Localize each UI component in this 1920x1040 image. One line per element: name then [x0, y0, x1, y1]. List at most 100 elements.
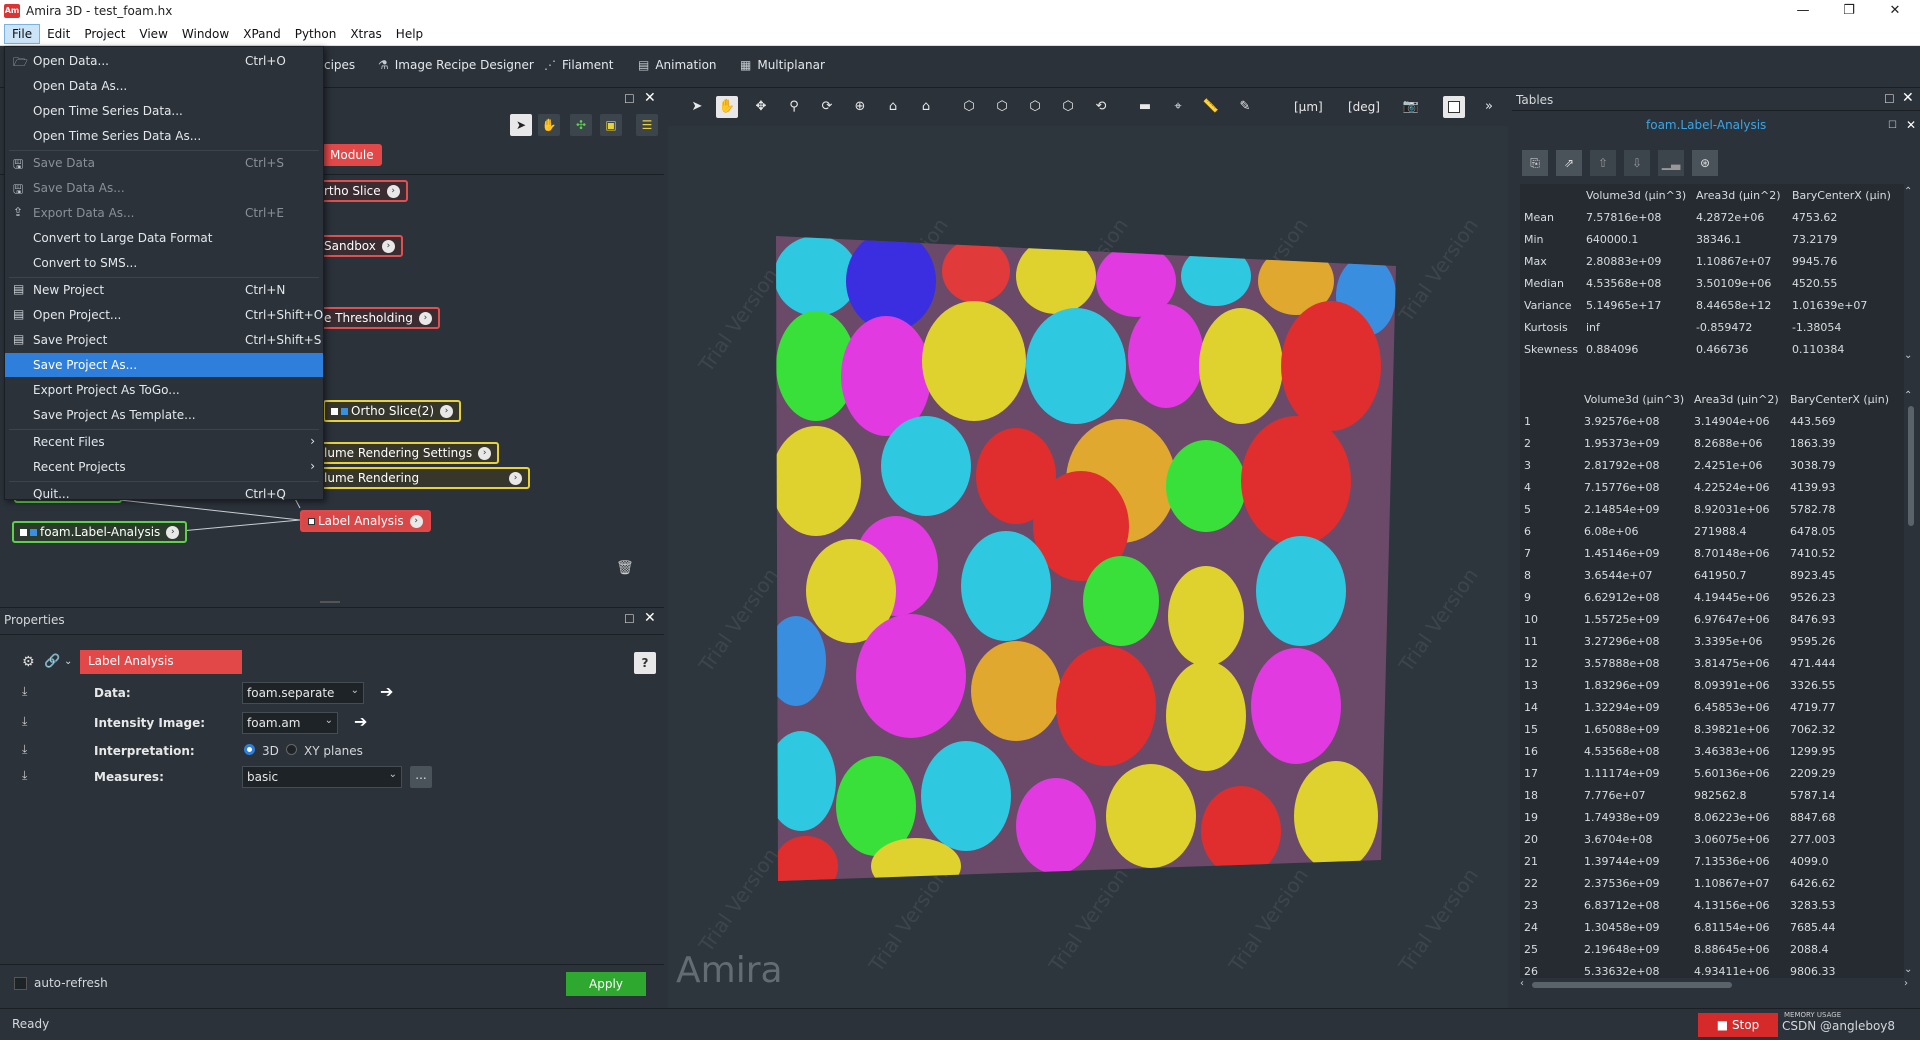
file-menu-item[interactable]: ▤ Open Project... Ctrl+Shift+O — [5, 303, 323, 327]
table-cell[interactable]: 2.80883e+09 — [1582, 250, 1692, 272]
arrow-up-icon[interactable]: ⇧ — [1590, 150, 1616, 176]
table-cell[interactable]: 8476.93 — [1786, 608, 1896, 630]
more-icon[interactable]: » — [1478, 96, 1500, 118]
table-cell[interactable]: -0.859472 — [1692, 316, 1788, 338]
table-cell[interactable]: 2.14854e+09 — [1580, 498, 1690, 520]
table-cell[interactable]: 6.97647e+06 — [1690, 608, 1786, 630]
picker-icon[interactable]: ✎ — [1234, 96, 1256, 118]
auto-refresh-checkbox[interactable] — [14, 977, 27, 990]
menu-xpand[interactable]: XPand — [236, 25, 288, 43]
table-cell[interactable]: 2.4251e+06 — [1690, 454, 1786, 476]
measures-select[interactable]: basic ⌄ — [242, 766, 402, 788]
table-cell[interactable]: 7.15776e+08 — [1580, 476, 1690, 498]
module-thresholding[interactable]: e Thresholding › — [316, 307, 440, 329]
table-cell[interactable]: 3.27296e+08 — [1580, 630, 1690, 652]
table-cell[interactable]: 1.83296e+09 — [1580, 674, 1690, 696]
measures-more-button[interactable]: ... — [410, 766, 432, 788]
column-header[interactable]: BaryCenterX (µin) — [1788, 184, 1898, 206]
column-header[interactable]: BaryCenterX (µin) — [1786, 388, 1896, 410]
table-cell[interactable]: 4520.55 — [1788, 272, 1898, 294]
table-cell[interactable]: 4099.0 — [1786, 850, 1896, 872]
help-button[interactable]: ? — [634, 652, 656, 674]
table-cell[interactable]: 982562.8 — [1690, 784, 1786, 806]
viewer-3d[interactable]: ➤ ✋ ✥ ⚲ ⟳ ⊕ ⌂ ⌂ ⬡ ⬡ ⬡ ⬡ ⟲ ▬ ⌖ 📏 ✎ [µm] [… — [668, 88, 1508, 1008]
table-cell[interactable]: 8.06223e+06 — [1690, 806, 1786, 828]
maximize-button[interactable]: ❐ — [1826, 0, 1872, 22]
table-cell[interactable]: 3038.79 — [1786, 454, 1896, 476]
scroll-right-icon[interactable]: › — [1904, 978, 1908, 989]
view-y-icon[interactable]: ⬡ — [1024, 96, 1046, 118]
scroll-left-icon[interactable]: ‹ — [1520, 978, 1524, 989]
table-cell[interactable]: 471.444 — [1786, 652, 1896, 674]
settings-icon[interactable]: ⊛ — [1692, 150, 1718, 176]
table-cell[interactable]: 6.08e+06 — [1580, 520, 1690, 542]
table-cell[interactable]: 3.06075e+06 — [1690, 828, 1786, 850]
module-sandbox[interactable]: Sandbox › — [316, 235, 403, 257]
table-cell[interactable]: 73.2179 — [1788, 228, 1898, 250]
table-cell[interactable]: 4.53568e+08 — [1582, 272, 1692, 294]
interact-icon[interactable]: ✋ — [716, 96, 738, 118]
module-toggle-icon[interactable]: › — [418, 311, 432, 325]
arrow-down-icon[interactable]: ⇩ — [1624, 150, 1650, 176]
table-cell[interactable]: 1.95373e+09 — [1580, 432, 1690, 454]
module-toggle-icon[interactable]: › — [478, 446, 492, 460]
table-cell[interactable]: 443.569 — [1786, 410, 1896, 432]
table-cell[interactable]: 8847.68 — [1786, 806, 1896, 828]
module-label-analysis[interactable]: Label Analysis › — [300, 510, 431, 532]
table-cell[interactable]: 6426.62 — [1786, 872, 1896, 894]
table-cell[interactable]: 7410.52 — [1786, 542, 1896, 564]
radio-3d[interactable] — [244, 744, 255, 755]
float-icon[interactable]: ☐ — [1888, 120, 1897, 131]
table-cell[interactable]: 5782.78 — [1786, 498, 1896, 520]
table-cell[interactable]: 2.19648e+09 — [1580, 938, 1690, 960]
file-menu-item[interactable]: Open Time Series Data... — [5, 99, 323, 123]
tab-animation[interactable]: ▤ Animation — [638, 58, 717, 72]
file-menu-item[interactable]: ▤ Save Project Ctrl+Shift+S — [5, 328, 323, 352]
menu-help[interactable]: Help — [389, 25, 430, 43]
table-cell[interactable]: 0.466736 — [1692, 338, 1788, 360]
table-cell[interactable]: 6.45853e+06 — [1690, 696, 1786, 718]
table-cell[interactable]: 4.13156e+06 — [1690, 894, 1786, 916]
table-cell[interactable]: 3.50109e+06 — [1692, 272, 1788, 294]
table-cell[interactable]: 7.57816e+08 — [1582, 206, 1692, 228]
tab-image-recipe-designer[interactable]: ⚗ Image Recipe Designer — [378, 58, 534, 72]
table-cell[interactable]: 1299.95 — [1786, 740, 1896, 762]
tab-filament[interactable]: ⋰ Filament — [544, 58, 613, 72]
table-cell[interactable]: 9526.23 — [1786, 586, 1896, 608]
horizontal-scrollbar[interactable] — [1532, 982, 1732, 988]
scroll-up-icon[interactable]: ⌃ — [1904, 390, 1912, 401]
table-cell[interactable]: 0.884096 — [1582, 338, 1692, 360]
table-cell[interactable]: 6.62912e+08 — [1580, 586, 1690, 608]
module-foam-label-analysis[interactable]: foam.Label-Analysis › — [12, 521, 188, 543]
table-cell[interactable]: 2.37536e+09 — [1580, 872, 1690, 894]
link-icon[interactable]: 🔗 — [44, 654, 60, 669]
scroll-down-icon[interactable]: ⌄ — [1904, 350, 1912, 361]
table-cell[interactable]: 1.74938e+09 — [1580, 806, 1690, 828]
pin-icon[interactable]: ⤓ — [22, 714, 27, 729]
table-cell[interactable]: 3.92576e+08 — [1580, 410, 1690, 432]
file-menu-item[interactable]: ▤ New Project Ctrl+N — [5, 278, 323, 302]
table-cell[interactable]: 271988.4 — [1690, 520, 1786, 542]
file-menu-item[interactable]: 🗁 Open Data... Ctrl+O — [5, 49, 323, 73]
scroll-down-icon[interactable]: ⌄ — [1904, 964, 1912, 975]
camera-icon[interactable]: 📷 — [1400, 96, 1422, 118]
vertical-scrollbar[interactable] — [1908, 406, 1914, 526]
close-pane-icon[interactable]: ✕ — [644, 610, 656, 626]
view-x-icon[interactable]: ⬡ — [991, 96, 1013, 118]
module-toggle-icon[interactable]: › — [386, 184, 400, 198]
zoom-icon[interactable]: ⚲ — [783, 96, 805, 118]
module-ortho-slice[interactable]: rtho Slice › — [316, 180, 408, 202]
table-cell[interactable]: 7685.44 — [1786, 916, 1896, 938]
file-menu-item[interactable]: 🖫 Save Data As... — [5, 176, 323, 200]
file-menu-item[interactable]: Save Project As Template... — [5, 403, 323, 427]
rotate-icon[interactable]: ⟳ — [816, 96, 838, 118]
module-button[interactable]: Module — [322, 144, 382, 166]
table-cell[interactable]: 38346.1 — [1692, 228, 1788, 250]
radio-xy-planes[interactable] — [286, 744, 297, 755]
table-cell[interactable]: -1.38054 — [1788, 316, 1898, 338]
float-icon[interactable]: ☐ — [1884, 92, 1895, 106]
table-cell[interactable]: 5.33632e+08 — [1580, 960, 1690, 978]
table-cell[interactable]: 1.39744e+09 — [1580, 850, 1690, 872]
menu-file[interactable]: File — [4, 23, 41, 44]
table-cell[interactable]: 9945.76 — [1788, 250, 1898, 272]
